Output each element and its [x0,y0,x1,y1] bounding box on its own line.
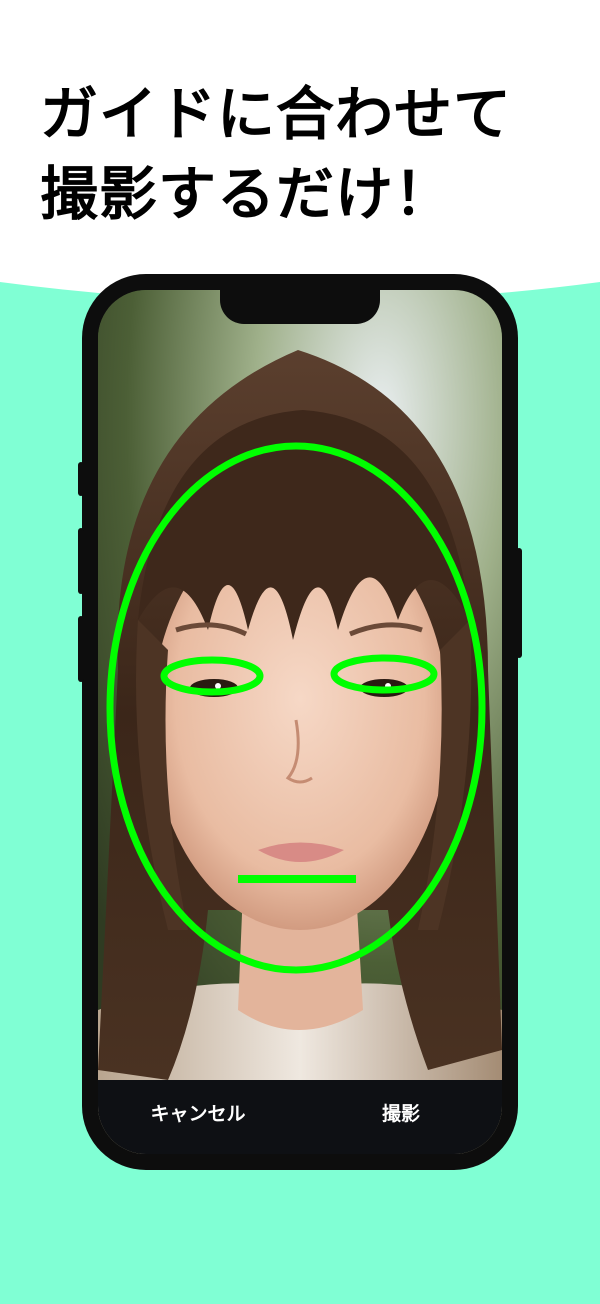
phone-silent-switch [78,462,84,496]
camera-screen: キャンセル 撮影 [98,290,502,1154]
headline: ガイドに合わせて 撮影するだけ！ [40,74,580,234]
shoot-button[interactable]: 撮影 [338,1080,464,1154]
headline-line-1: ガイドに合わせて [40,80,513,148]
face-guide-overlay [106,442,486,974]
left-eye-guide-icon [160,656,264,696]
phone-power-button [516,548,522,658]
phone-notch [220,288,380,324]
cancel-button[interactable]: キャンセル [118,1080,278,1154]
headline-line-2: 撮影するだけ！ [40,160,454,228]
phone-volume-down-button [78,616,84,682]
face-outline-guide-icon [106,442,486,974]
camera-control-bar: キャンセル 撮影 [98,1080,502,1154]
phone-volume-up-button [78,528,84,594]
right-eye-guide-icon [330,654,438,694]
